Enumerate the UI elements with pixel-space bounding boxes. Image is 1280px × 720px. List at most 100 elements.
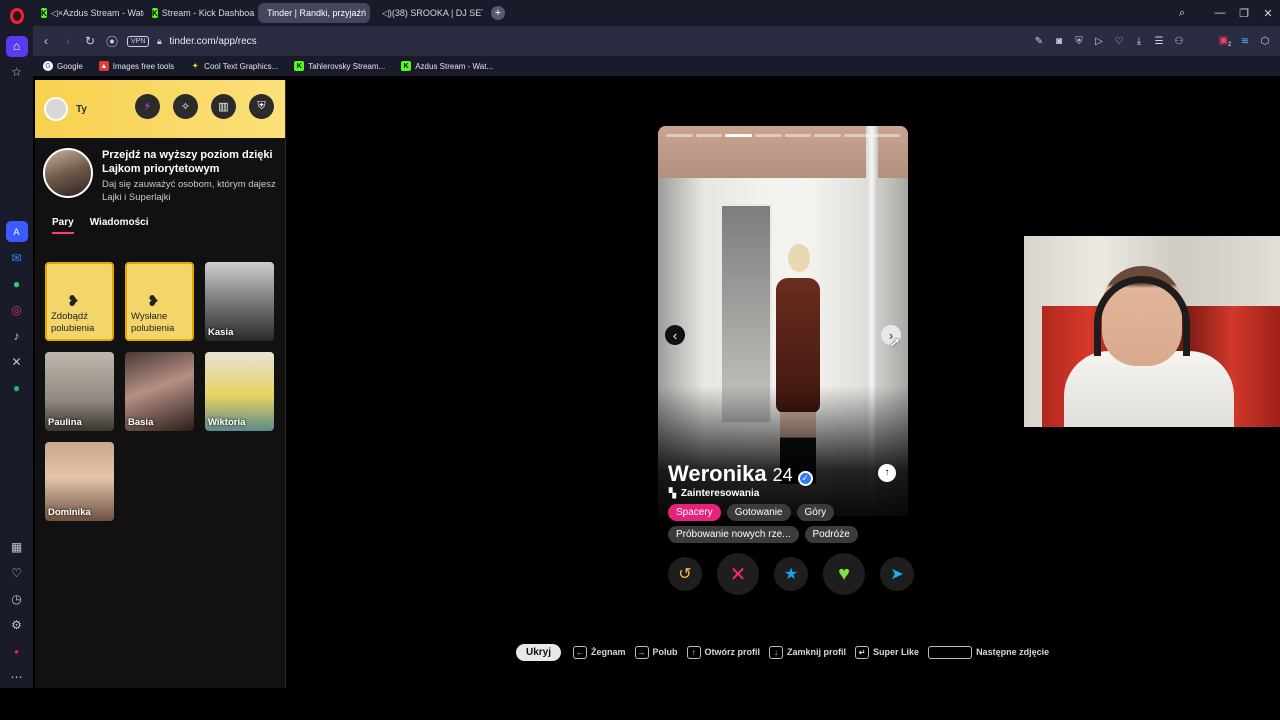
kick-icon: K <box>294 61 305 71</box>
bookmarks-bar: G Google ▲ Images free tools ✦ Cool Text Gr… <box>33 56 1280 76</box>
webcam-overlay <box>1024 236 1280 427</box>
like-button[interactable]: ♥ <box>823 553 865 595</box>
shield-icon[interactable]: ⛨ <box>1072 36 1086 47</box>
shortcut-label: Zamknij profil <box>787 647 847 657</box>
sent-likes-card[interactable]: ❥ Wysłane polubienia <box>125 262 194 341</box>
images-icon: ▲ <box>98 61 109 71</box>
cooltext-icon: ✦ <box>192 63 199 70</box>
messenger-icon[interactable]: ✉ <box>6 247 28 268</box>
bookmark-label: Images free tools <box>112 61 175 71</box>
opera-logo-icon[interactable] <box>9 8 24 24</box>
bookmark-label: Google <box>57 61 83 71</box>
heart-icon[interactable]: ♡ <box>6 563 28 584</box>
spotify-icon[interactable]: ● <box>6 377 28 398</box>
tab-kick-dashboard[interactable]: K Stream - Kick Dashboard <box>147 3 255 23</box>
search-tabs-icon[interactable]: ⌕ <box>1170 7 1194 20</box>
match-card[interactable]: Kasia <box>205 262 274 341</box>
match-card[interactable]: Paulina <box>45 352 114 431</box>
get-likes-card[interactable]: ❥ Zdobądź polubienia <box>45 262 114 341</box>
close-button[interactable]: ✕ <box>1256 7 1280 20</box>
boost-button[interactable]: ➤ <box>880 557 914 591</box>
star-icon[interactable]: ☆ <box>6 62 28 83</box>
explore-icon[interactable]: ✧ <box>173 94 198 119</box>
extension-icon[interactable]: ≋ <box>1238 36 1252 47</box>
open-profile-icon[interactable]: ↑ <box>878 464 896 482</box>
whatsapp-icon[interactable]: ● <box>6 273 28 294</box>
user-label[interactable]: Ty <box>76 104 87 115</box>
hearts-icon: ❥ <box>67 293 80 310</box>
tab-label: (38) SROOKA | DJ SET <box>391 8 483 18</box>
heart-icon[interactable]: ♡ <box>1112 36 1126 47</box>
settings-icon[interactable]: ⚙ <box>6 615 28 636</box>
bookmark-images-tools[interactable]: ▲ Images free tools <box>98 61 175 71</box>
restore-button[interactable]: ❐ <box>1232 7 1256 20</box>
tab-matches[interactable]: Pary <box>52 217 74 234</box>
more-icon[interactable]: ⋯ <box>6 667 28 688</box>
profile-age: 24 <box>772 465 793 485</box>
x-icon[interactable]: ✕ <box>6 351 28 372</box>
instagram-icon[interactable]: ◎ <box>6 299 28 320</box>
location-icon[interactable]: ⦿ <box>101 33 123 50</box>
briefcase-icon[interactable]: ▥ <box>211 94 236 119</box>
tab-label: Stream - Kick Dashboard <box>161 8 255 18</box>
extensions-grid-icon[interactable]: ▦ <box>6 537 28 558</box>
send-icon: ➤ <box>890 566 904 583</box>
address-bar: ‹ › ↻ ⦿ VPN 🔒︎ tinder.com/app/recs ✎ ◙ ⛨… <box>33 26 1280 56</box>
tab-messages[interactable]: Wiadomości <box>90 217 149 234</box>
minimize-button[interactable]: — <box>1208 7 1232 19</box>
match-card[interactable]: Basia <box>125 352 194 431</box>
profile-name-row: Weronika 24 ✓ <box>668 461 813 487</box>
match-card[interactable]: Wiktoria <box>205 352 274 431</box>
download-icon[interactable]: ⤓ <box>1132 36 1146 47</box>
edit-icon[interactable]: ✎ <box>1032 36 1046 47</box>
badge-count: 2 <box>1228 41 1232 48</box>
hide-shortcuts-button[interactable]: Ukryj <box>516 643 562 661</box>
menu-icon[interactable]: ☰ <box>1152 36 1166 47</box>
bookmark-google[interactable]: G Google <box>43 61 83 71</box>
tab-youtube[interactable]: ◁) (38) SROOKA | DJ SET <box>373 3 483 23</box>
forward-button[interactable]: › <box>57 34 79 48</box>
tiktok-icon[interactable]: ♪ <box>6 325 28 346</box>
rewind-button[interactable]: ↺ <box>668 557 702 591</box>
back-button[interactable]: ‹ <box>35 34 57 48</box>
super-like-button[interactable]: ★ <box>774 557 808 591</box>
new-tab-button[interactable]: + <box>491 6 505 20</box>
profile-card[interactable]: ‹ › Weronika 24 ✓ ↑ ▚ Zainteresowania Sp… <box>658 126 908 598</box>
up-arrow-key-icon: ↑ <box>686 645 701 659</box>
tab-azdus[interactable]: K ◁× Azdus Stream - Watch <box>36 3 144 23</box>
bookmark-cool-text[interactable]: ✦ Cool Text Graphics... <box>190 61 278 71</box>
priority-likes-promo[interactable]: Przejdź na wyższy poziom dzięki Lajkom p… <box>35 138 285 213</box>
url-text[interactable]: tinder.com/app/recs <box>169 36 256 47</box>
profile-name: Weronika <box>668 461 767 486</box>
screen: ⌂ ☆ A ✉ ● ◎ ♪ ✕ ● ▦ ♡ ◷ ⚙ ● ⋯ K ◁× Azdus… <box>0 0 1280 720</box>
home-icon[interactable]: ⌂ <box>5 35 28 57</box>
profile-icon[interactable]: ⚇ <box>1172 36 1186 47</box>
avatar[interactable] <box>44 97 68 121</box>
promo-subtitle: Daj się zauważyć osobom, którym dajesz L… <box>102 179 276 203</box>
promo-title: Przejdź na wyższy poziom dzięki Lajkom p… <box>102 149 273 175</box>
interest-chip: Góry <box>796 504 835 521</box>
prev-photo-icon[interactable]: ‹ <box>665 325 685 345</box>
ublock-icon[interactable]: ● <box>6 641 28 662</box>
shortcut-label: Otwórz profil <box>704 647 761 657</box>
nope-button[interactable]: ✕ <box>717 553 759 595</box>
aria-icon[interactable]: A <box>5 221 28 243</box>
toolbar-icons: ✎ ◙ ⛨ ▷ ♡ ⤓ ☰ ⚇ ▣2 ≋ ⬡ <box>1032 26 1272 56</box>
tab-tinder[interactable]: Tinder | Randki, przyjaźń <box>258 3 370 23</box>
bookmark-tahlerovsky[interactable]: K Tahlerovsky Stream... <box>294 61 385 71</box>
match-card[interactable]: Dominika <box>45 442 114 521</box>
bookmark-azdus[interactable]: K Azdus Stream - Wat... <box>401 61 493 71</box>
lock-icon[interactable]: 🔒︎ <box>153 36 165 47</box>
vpn-badge[interactable]: VPN <box>127 35 150 47</box>
safety-shield-icon[interactable]: ⛨ <box>249 94 274 119</box>
rewind-icon: ↺ <box>678 566 692 583</box>
play-icon[interactable]: ▷ <box>1092 36 1106 47</box>
camera-icon[interactable]: ◙ <box>1052 36 1066 47</box>
boost-icon[interactable]: ⚡︎ <box>135 94 160 119</box>
bookmark-label: Tahlerovsky Stream... <box>308 61 386 71</box>
history-icon[interactable]: ◷ <box>6 589 28 610</box>
extension-badge-icon[interactable]: ▣2 <box>1218 35 1232 48</box>
reload-button[interactable]: ↻ <box>79 34 101 48</box>
shortcut-label: Następne zdjęcie <box>976 647 1050 657</box>
puzzle-icon[interactable]: ⬡ <box>1258 36 1272 47</box>
